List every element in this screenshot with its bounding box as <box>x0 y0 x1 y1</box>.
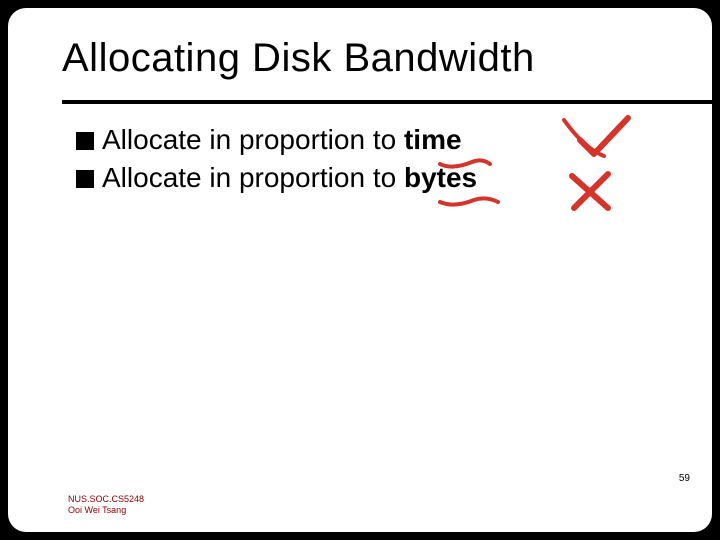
bullet-bold: bytes <box>404 162 477 193</box>
bullet-prefix: Allocate in proportion to <box>102 124 404 155</box>
list-item: Allocate in proportion to bytes <box>76 162 477 194</box>
cross-icon <box>574 174 608 208</box>
footer-author: Ooi Wei Tsang <box>68 505 144 516</box>
list-item: Allocate in proportion to time <box>76 124 477 156</box>
bullet-text: Allocate in proportion to bytes <box>102 162 477 194</box>
bullet-bold: time <box>404 124 462 155</box>
footer: NUS.SOC.CS5248 Ooi Wei Tsang <box>68 494 144 516</box>
check-icon <box>580 118 628 154</box>
cross-icon <box>572 176 608 208</box>
square-bullet-icon <box>76 132 94 150</box>
page-number: 59 <box>679 473 690 484</box>
square-bullet-icon <box>76 170 94 188</box>
title-rule <box>62 100 712 104</box>
annotation-layer <box>8 8 712 532</box>
bullet-list: Allocate in proportion to time Allocate … <box>76 124 477 200</box>
slide-title: Allocating Disk Bandwidth <box>62 36 535 81</box>
slide: Allocating Disk Bandwidth Allocate in pr… <box>8 8 712 532</box>
bullet-text: Allocate in proportion to time <box>102 124 462 156</box>
bullet-prefix: Allocate in proportion to <box>102 162 404 193</box>
footer-course: NUS.SOC.CS5248 <box>68 494 144 505</box>
connector-stroke-icon <box>564 120 604 156</box>
